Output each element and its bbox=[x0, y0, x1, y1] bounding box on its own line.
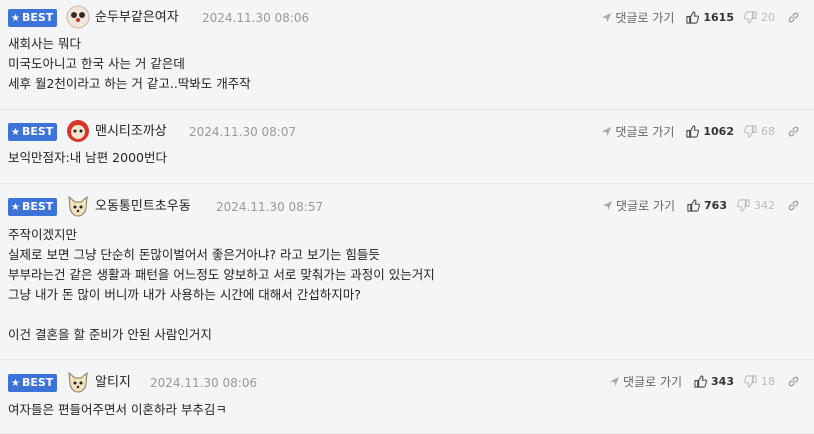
copy-link-button[interactable] bbox=[787, 199, 800, 212]
thumbs-up-icon bbox=[686, 10, 700, 24]
reply-link[interactable]: 댓글로 가기 bbox=[602, 197, 675, 214]
thumbs-down-icon bbox=[744, 10, 757, 24]
comment-body: 여자들은 편들어주면서 이혼하라 부추김ㅋ bbox=[0, 400, 814, 420]
comment-actions: 댓글로 가기 1062 68 bbox=[601, 121, 800, 141]
best-badge: ★ BEST bbox=[8, 123, 57, 141]
reply-link[interactable]: 댓글로 가기 bbox=[601, 9, 674, 26]
upvote-button[interactable]: 1615 bbox=[686, 11, 734, 24]
nickname[interactable]: 오동통민트초우동 bbox=[95, 198, 191, 216]
comment-line: 미국도아니고 한국 사는 거 같은데 bbox=[8, 56, 185, 71]
upvote-button[interactable]: 343 bbox=[694, 375, 734, 388]
best-badge: ★ BEST bbox=[8, 374, 57, 392]
comment-line: 실제로 보면 그냥 단순히 돈많이벌어서 좋은거아냐? 라고 보기는 힘들듯 bbox=[8, 247, 380, 262]
comment-item: ★ BEST 맨시티조까상 2024.11.30 08:07 댓글로 가기 106… bbox=[0, 110, 814, 184]
comment-line: 부부라는건 같은 생활과 패턴을 어느정도 양보하고 서로 맞춰가는 과정이 있… bbox=[8, 267, 435, 282]
comment-body: 새회사는 뭐다 미국도아니고 한국 사는 거 같은데 세후 월2천이라고 하는 … bbox=[0, 34, 814, 94]
link-icon bbox=[788, 12, 799, 22]
copy-link-button[interactable] bbox=[787, 375, 800, 388]
send-icon bbox=[602, 12, 612, 22]
comment-line: 새회사는 뭐다 bbox=[8, 36, 81, 51]
copy-link-button[interactable] bbox=[787, 125, 800, 138]
comment-date: 2024.11.30 08:57 bbox=[216, 200, 324, 214]
comment-line: 이건 결혼을 할 준비가 안된 사람인거지 bbox=[8, 327, 212, 342]
comment-line: 그냥 내가 돈 많이 버니까 내가 사용하는 시간에 대해서 간섭하지마? bbox=[8, 287, 361, 302]
comment-line: 여자들은 편들어주면서 이혼하라 부추김ㅋ bbox=[8, 402, 227, 417]
send-icon bbox=[602, 200, 613, 210]
comment-header: ★ BEST 알티지 2024.11.30 08:06 댓글로 가기 343 18 bbox=[0, 360, 814, 400]
send-icon bbox=[602, 126, 612, 136]
comment-date: 2024.11.30 08:07 bbox=[189, 125, 297, 139]
comment-body: 보익만점자:내 남편 2000번다 bbox=[0, 148, 814, 168]
star-icon: ★ bbox=[11, 378, 20, 389]
downvote-button[interactable]: 68 bbox=[744, 125, 775, 138]
star-icon: ★ bbox=[11, 202, 20, 213]
downvote-button[interactable]: 20 bbox=[744, 11, 775, 24]
comment-item: ★ BEST 오동통민트초우동 2024.11.30 08:57 댓글로 가기 7… bbox=[0, 184, 814, 360]
avatar[interactable] bbox=[66, 370, 90, 394]
upvote-button[interactable]: 1062 bbox=[686, 125, 734, 138]
thumbs-up-icon bbox=[694, 374, 708, 388]
comment-actions: 댓글로 가기 763 342 bbox=[602, 195, 800, 215]
upvote-button[interactable]: 763 bbox=[687, 199, 727, 212]
star-icon: ★ bbox=[11, 127, 20, 138]
link-icon bbox=[788, 200, 799, 210]
comment-line: 세후 월2천이라고 하는 거 같고..딱봐도 개주작 bbox=[8, 76, 251, 91]
best-badge: ★ BEST bbox=[8, 9, 57, 27]
thumbs-down-icon bbox=[744, 374, 757, 388]
thumbs-down-icon bbox=[737, 198, 750, 212]
comment-item: ★ BEST 알티지 2024.11.30 08:06 댓글로 가기 343 18 bbox=[0, 360, 814, 434]
comment-header: ★ BEST 오동통민트초우동 2024.11.30 08:57 댓글로 가기 7… bbox=[0, 184, 814, 224]
thumbs-up-icon bbox=[687, 198, 701, 212]
nickname[interactable]: 맨시티조까상 bbox=[95, 123, 167, 141]
downvote-button[interactable]: 342 bbox=[737, 199, 775, 212]
comment-date: 2024.11.30 08:06 bbox=[150, 376, 258, 390]
star-icon: ★ bbox=[11, 13, 20, 24]
copy-link-button[interactable] bbox=[787, 11, 800, 24]
nickname[interactable]: 알티지 bbox=[95, 374, 131, 392]
nickname[interactable]: 순두부같은여자 bbox=[95, 9, 179, 27]
comment-line: 보익만점자:내 남편 2000번다 bbox=[8, 150, 167, 165]
link-icon bbox=[788, 126, 799, 136]
comment-header: ★ BEST 맨시티조까상 2024.11.30 08:07 댓글로 가기 106… bbox=[0, 110, 814, 148]
reply-link[interactable]: 댓글로 가기 bbox=[601, 123, 674, 140]
best-badge: ★ BEST bbox=[8, 198, 57, 216]
comment-line bbox=[8, 305, 814, 325]
thumbs-down-icon bbox=[744, 124, 757, 138]
comment-body: 주작이겠지만 실제로 보면 그냥 단순히 돈많이벌어서 좋은거아냐? 라고 보기… bbox=[0, 224, 814, 345]
comment-header: ★ BEST 순두부같은여자 2024.11.30 08:06 댓글로 가기 16… bbox=[0, 0, 814, 34]
reply-link[interactable]: 댓글로 가기 bbox=[609, 373, 682, 390]
downvote-button[interactable]: 18 bbox=[744, 375, 775, 388]
comment-actions: 댓글로 가기 1615 20 bbox=[601, 7, 800, 27]
avatar[interactable] bbox=[66, 194, 90, 218]
avatar[interactable] bbox=[66, 5, 90, 29]
comment-item: ★ BEST 순두부같은여자 2024.11.30 08:06 댓글로 가기 16… bbox=[0, 0, 814, 110]
thumbs-up-icon bbox=[686, 124, 700, 138]
comment-date: 2024.11.30 08:06 bbox=[202, 11, 310, 25]
send-icon bbox=[609, 376, 620, 386]
link-icon bbox=[788, 376, 799, 386]
comment-line: 주작이겠지만 bbox=[8, 227, 78, 242]
avatar[interactable] bbox=[66, 119, 90, 143]
comment-actions: 댓글로 가기 343 18 bbox=[609, 371, 800, 391]
